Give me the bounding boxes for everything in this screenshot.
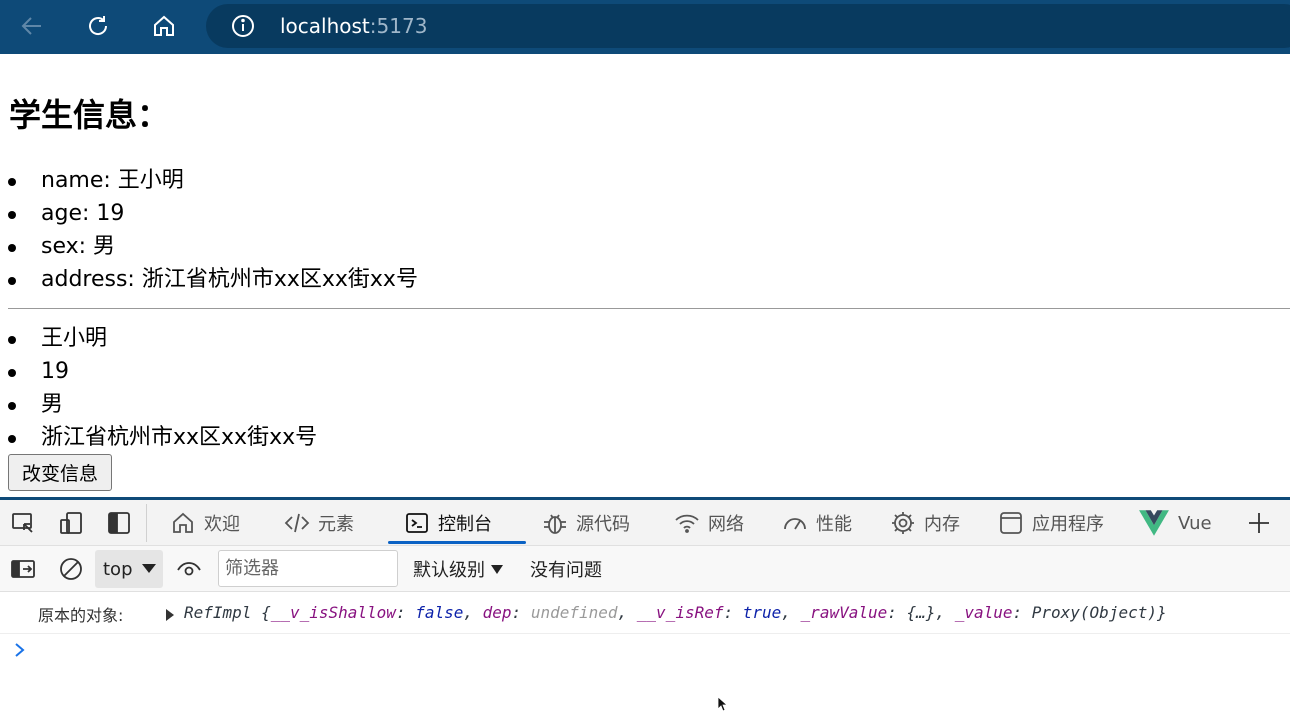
refresh-icon (89, 16, 108, 35)
console-toolbar: top 默认级别 没有问题 (0, 546, 1290, 592)
caret-down-icon (491, 564, 503, 574)
prop-value: Proxy(Object) (1031, 603, 1157, 622)
object-name: RefImpl (184, 603, 252, 622)
tab-vue[interactable]: Vue (1138, 500, 1212, 546)
url-host: localhost (280, 14, 370, 38)
list-item: address: 浙江省杭州市xx区xx街xx号 (0, 263, 418, 296)
console-output: 原本的对象: RefImpl {__v_isShallow: false, de… (0, 592, 1290, 709)
level-label: 默认级别 (413, 560, 485, 581)
back-button[interactable] (14, 8, 50, 44)
context-selector[interactable]: top (95, 550, 163, 588)
tab-label: 欢迎 (204, 514, 240, 535)
tab-welcome[interactable]: 欢迎 (170, 500, 240, 546)
gauge-icon (784, 518, 806, 530)
code-icon (284, 513, 310, 533)
tab-label: 元素 (318, 514, 354, 535)
refresh-button[interactable] (80, 8, 116, 44)
tab-label: 网络 (708, 514, 744, 535)
eye-icon[interactable] (176, 556, 202, 582)
list-item: name: 王小明 (0, 164, 418, 197)
clear-console-icon[interactable] (58, 556, 84, 582)
tab-label: 控制台 (438, 514, 492, 535)
add-tab-icon[interactable] (1246, 510, 1272, 536)
prop-key: __v_isRef (636, 603, 724, 622)
vue-logo-icon (1139, 510, 1169, 536)
caret-down-icon (142, 564, 156, 573)
list-item: 19 (0, 355, 317, 388)
home-button[interactable] (146, 8, 182, 44)
log-label: 原本的对象: (38, 606, 124, 625)
info-icon[interactable] (230, 13, 256, 39)
expand-triangle-icon[interactable] (166, 609, 174, 621)
list-item: sex: 男 (0, 230, 418, 263)
context-label: top (103, 559, 133, 580)
url-text: localhost:5173 (280, 14, 427, 38)
student-field-list: name: 王小明 age: 19 sex: 男 address: 浙江省杭州市… (0, 164, 418, 296)
prop-key: dep (482, 603, 512, 622)
object-preview[interactable]: RefImpl {__v_isShallow: false, dep: unde… (184, 603, 1167, 622)
inspect-element-icon[interactable] (10, 510, 36, 536)
prop-value: false (415, 603, 464, 622)
home-icon (154, 15, 174, 36)
tab-label: 内存 (924, 514, 960, 535)
horizontal-rule (8, 308, 1290, 309)
tab-memory[interactable]: 内存 (890, 500, 960, 546)
home-icon (173, 512, 193, 533)
console-message: 原本的对象: RefImpl {__v_isShallow: false, de… (0, 592, 1290, 634)
prop-key: _rawValue (800, 603, 888, 622)
drawer-toggle-icon[interactable] (106, 510, 132, 536)
console-icon (406, 513, 428, 533)
tab-label: Vue (1178, 512, 1212, 534)
tab-console[interactable]: 控制台 (388, 500, 526, 546)
list-item: 王小明 (0, 322, 317, 355)
page-content: 学生信息： name: 王小明 age: 19 sex: 男 address: … (0, 54, 1290, 497)
tab-network[interactable]: 网络 (674, 500, 744, 546)
toolbar-separator (146, 504, 147, 542)
tab-performance[interactable]: 性能 (782, 500, 852, 546)
sidebar-toggle-icon[interactable] (10, 556, 36, 582)
chip-icon (892, 512, 914, 534)
tab-label: 性能 (816, 514, 852, 535)
address-bar[interactable]: localhost:5173 (206, 4, 1290, 48)
device-emulation-icon[interactable] (58, 510, 84, 536)
console-prompt-icon[interactable] (12, 640, 28, 660)
student-value-list: 王小明 19 男 浙江省杭州市xx区xx街xx号 (0, 322, 317, 454)
change-info-button[interactable]: 改变信息 (8, 454, 112, 491)
list-item: 浙江省杭州市xx区xx街xx号 (0, 421, 317, 454)
app-window-icon (1000, 512, 1022, 534)
list-item: age: 19 (0, 197, 418, 230)
list-item: 男 (0, 388, 317, 421)
arrow-left-icon (21, 17, 41, 35)
browser-toolbar: localhost:5173 (0, 0, 1290, 54)
prop-value: true (742, 603, 782, 622)
tab-sources[interactable]: 源代码 (542, 500, 630, 546)
prop-key: __v_isShallow (270, 603, 396, 622)
wifi-icon (675, 514, 699, 533)
log-level-dropdown[interactable]: 默认级别 (413, 556, 503, 582)
tab-elements[interactable]: 元素 (284, 500, 354, 546)
prop-value: undefined (530, 603, 618, 622)
bug-icon (544, 514, 566, 534)
tab-application[interactable]: 应用程序 (998, 500, 1104, 546)
filter-input[interactable] (218, 550, 398, 587)
issues-status[interactable]: 没有问题 (530, 556, 602, 582)
devtools-tabbar: 欢迎 元素 控制台 源代码 网络 性能 内存 应用程序 Vue (0, 500, 1290, 546)
prop-key: _value (954, 603, 1013, 622)
page-heading: 学生信息： (9, 96, 170, 134)
url-port: :5173 (369, 14, 428, 38)
prop-value: {…} (906, 603, 936, 622)
tab-label: 源代码 (576, 514, 630, 535)
tab-label: 应用程序 (1032, 514, 1104, 535)
